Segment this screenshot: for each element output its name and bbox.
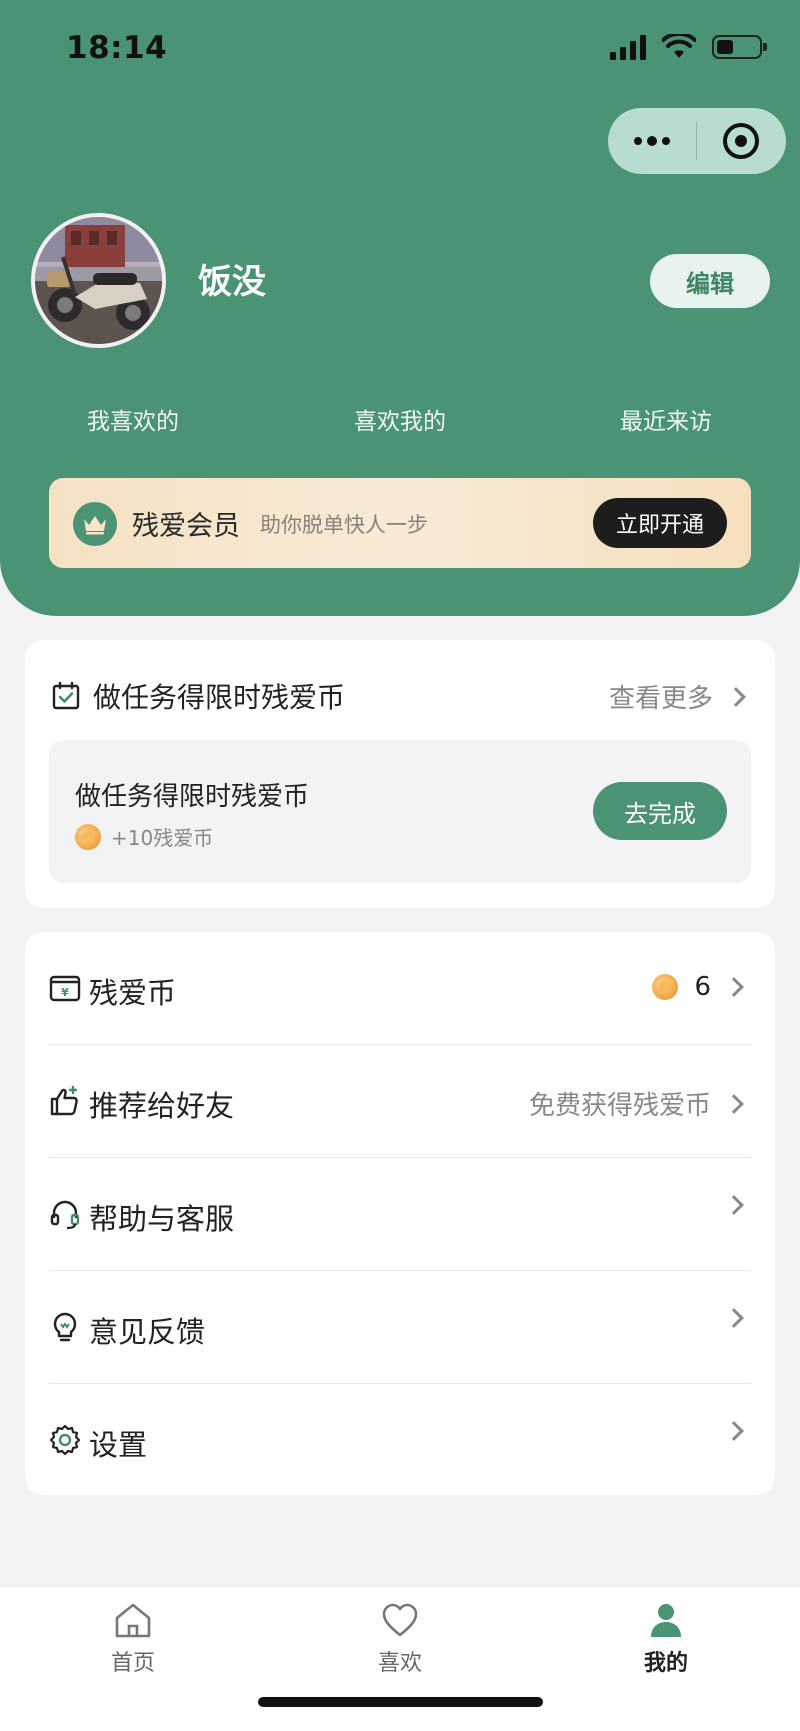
task-reward-label: +10残爱币 bbox=[111, 826, 214, 850]
stat-likes-me[interactable]: 喜欢我的 bbox=[354, 402, 446, 436]
help-chevron bbox=[724, 1195, 744, 1215]
recommend-hint-text: 免费获得残爱币 bbox=[528, 1091, 711, 1121]
menu-coins-label: 残爱币 bbox=[89, 976, 177, 1010]
menu-recommend-label: 推荐给好友 bbox=[89, 1089, 235, 1123]
avatar-photo bbox=[35, 217, 162, 344]
profile-header: 18:14 饭没 编辑 我喜欢的 喜欢我的 最近来访 残爱会员 助你脱单快人一步… bbox=[0, 0, 800, 616]
coin-icon bbox=[652, 974, 679, 1000]
coin-icon bbox=[75, 823, 101, 850]
task-name: 做任务得限时残爱币 bbox=[75, 782, 310, 812]
menu-item-coins[interactable]: ¥ 残爱币 6 bbox=[49, 932, 751, 1044]
task-header-title: 做任务得限时残爱币 bbox=[93, 681, 346, 714]
chevron-right-icon bbox=[726, 686, 746, 707]
home-indicator bbox=[258, 1697, 543, 1707]
activate-vip-button[interactable]: 立即开通 bbox=[593, 498, 727, 548]
tab-mine-label: 我的 bbox=[643, 1651, 688, 1676]
recommend-hint: 免费获得残爱币 bbox=[528, 1085, 744, 1122]
chevron-right-icon bbox=[724, 977, 744, 997]
coins-balance: 6 bbox=[652, 972, 744, 1002]
stat-recent-visits[interactable]: 最近来访 bbox=[620, 402, 712, 436]
chevron-right-icon bbox=[724, 1421, 744, 1441]
tab-home-label: 首页 bbox=[110, 1651, 155, 1676]
bottom-tab-bar: 首页 喜欢 我的 bbox=[0, 1586, 800, 1731]
wifi-icon bbox=[662, 34, 696, 58]
tab-mine[interactable]: 我的 bbox=[596, 1601, 736, 1677]
tab-home[interactable]: 首页 bbox=[63, 1601, 203, 1677]
user-icon bbox=[651, 1604, 681, 1637]
crown-icon bbox=[73, 502, 117, 546]
status-icons bbox=[610, 34, 767, 60]
menu-card: ¥ 残爱币 6 推荐给好友 免费获得残爱币 帮助与客服 意见反馈 设置 bbox=[25, 932, 775, 1495]
calendar-check-icon bbox=[52, 681, 80, 710]
task-header: 做任务得限时残爱币 bbox=[51, 676, 345, 716]
miniprogram-capsule bbox=[608, 108, 786, 174]
chevron-right-icon bbox=[724, 1195, 744, 1215]
battery-icon bbox=[712, 35, 767, 59]
task-reward: +10残爱币 bbox=[75, 822, 213, 851]
see-more-link[interactable]: 查看更多 bbox=[608, 678, 746, 715]
tab-likes-label: 喜欢 bbox=[377, 1651, 422, 1676]
coins-value: 6 bbox=[694, 972, 711, 1002]
chevron-right-icon bbox=[724, 1308, 744, 1328]
home-icon bbox=[115, 1603, 151, 1638]
target-icon bbox=[723, 123, 759, 159]
vip-title: 残爱会员 bbox=[132, 511, 240, 542]
complete-task-button[interactable]: 去完成 bbox=[593, 782, 727, 840]
chevron-right-icon bbox=[724, 1093, 744, 1114]
menu-item-feedback[interactable]: 意见反馈 bbox=[49, 1271, 751, 1383]
avatar[interactable] bbox=[31, 213, 166, 348]
svg-text:¥: ¥ bbox=[61, 986, 69, 999]
wallet-icon: ¥ bbox=[49, 975, 81, 1002]
status-time: 18:14 bbox=[66, 30, 168, 66]
see-more-label: 查看更多 bbox=[608, 684, 713, 714]
settings-chevron bbox=[724, 1421, 744, 1441]
cellular-signal-icon bbox=[610, 34, 646, 60]
vip-banner[interactable]: 残爱会员 助你脱单快人一步 立即开通 bbox=[49, 478, 751, 568]
more-options-icon[interactable] bbox=[608, 136, 696, 146]
menu-item-settings[interactable]: 设置 bbox=[49, 1384, 751, 1496]
lightbulb-icon bbox=[53, 1312, 77, 1342]
status-bar: 18:14 bbox=[0, 0, 800, 100]
task-card: 做任务得限时残爱币 查看更多 做任务得限时残爱币 +10残爱币 去完成 bbox=[25, 640, 775, 908]
vip-subtitle: 助你脱单快人一步 bbox=[260, 513, 428, 537]
task-item: 做任务得限时残爱币 +10残爱币 去完成 bbox=[49, 740, 751, 883]
heart-icon bbox=[382, 1603, 418, 1637]
username: 饭没 bbox=[198, 262, 266, 302]
menu-help-label: 帮助与客服 bbox=[89, 1202, 235, 1236]
headset-icon bbox=[50, 1200, 80, 1230]
menu-item-help[interactable]: 帮助与客服 bbox=[49, 1158, 751, 1270]
close-miniprogram-button[interactable] bbox=[697, 123, 785, 159]
tab-likes[interactable]: 喜欢 bbox=[330, 1601, 470, 1677]
gear-icon bbox=[49, 1424, 81, 1456]
thumbs-up-icon bbox=[50, 1085, 78, 1116]
menu-item-recommend[interactable]: 推荐给好友 免费获得残爱币 bbox=[49, 1045, 751, 1157]
feedback-chevron bbox=[724, 1308, 744, 1328]
stat-i-like[interactable]: 我喜欢的 bbox=[87, 402, 179, 436]
edit-profile-button[interactable]: 编辑 bbox=[650, 254, 770, 308]
menu-feedback-label: 意见反馈 bbox=[89, 1315, 206, 1349]
menu-settings-label: 设置 bbox=[89, 1428, 148, 1462]
